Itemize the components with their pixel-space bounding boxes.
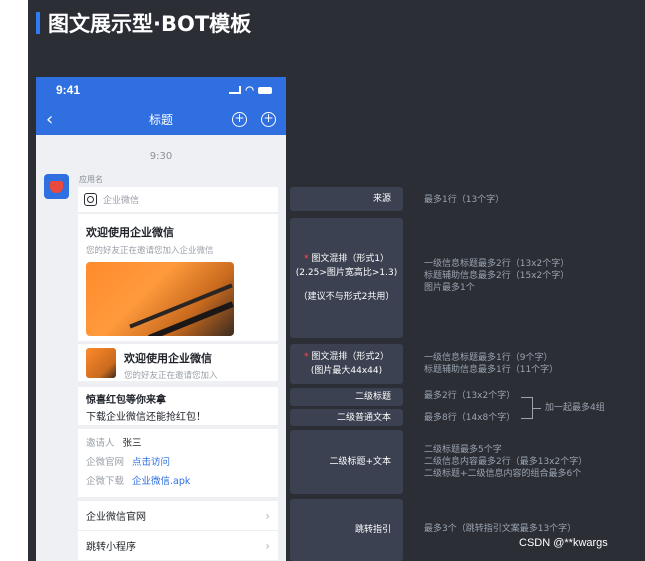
article-title: 欢迎使用企业微信 bbox=[86, 226, 174, 239]
nav-actions: + + bbox=[232, 111, 276, 127]
note-mix1-line: 图片最多1个 bbox=[424, 283, 475, 293]
note-secondary-title-text: 二级标题最多5个字 二级信息内容最多2行（最多13x2个字） 二级标题+二级信息… bbox=[424, 444, 587, 480]
tag-secondary-title-text: 二级标题+文本 bbox=[290, 430, 403, 494]
heading-accent-bar bbox=[36, 12, 40, 34]
group-bracket bbox=[521, 397, 533, 419]
download-link[interactable]: 企业微信.apk bbox=[132, 473, 190, 487]
kv-key: 企微官网 bbox=[86, 457, 125, 468]
back-arrow-icon[interactable]: ‹ bbox=[46, 109, 66, 130]
tag-secondary-title-text-label: 二级标题+文本 bbox=[329, 457, 391, 467]
jump-item-website[interactable]: 企业微信官网 › bbox=[78, 500, 278, 530]
article-small-subtitle: 您的好友正在邀请您加入 bbox=[124, 371, 218, 381]
note-mix2-line: 标题辅助信息最多1行（11个字） bbox=[424, 365, 559, 375]
note-source: 最多1行（13个字） bbox=[424, 195, 505, 205]
kv-row-download: 企微下载 企业微信.apk bbox=[86, 473, 270, 487]
tag-mix2-line1: * 图文混排（形式2） bbox=[303, 352, 390, 362]
tag-source-label: 来源 bbox=[372, 194, 391, 204]
tag-mix2: * 图文混排（形式2） (图片最大44x44) bbox=[290, 344, 403, 384]
wecom-icon bbox=[84, 193, 97, 206]
slide-canvas: 图文展示型·BOT模板 9:41 ◠ ‹ 标题 + + 9:30 应用名 企业微… bbox=[0, 0, 645, 561]
note-stt-line: 二级标题最多5个字 bbox=[424, 445, 502, 455]
kv-key: 邀请人 bbox=[86, 438, 115, 449]
tag-mix1-line1: * 图文混排（形式1） bbox=[303, 254, 390, 264]
chevron-right-icon: › bbox=[265, 508, 270, 523]
key-value-list: 邀请人 张三 企微官网 点击访问 企微下载 企业微信.apk bbox=[78, 429, 278, 497]
kv-value: 张三 bbox=[122, 438, 142, 449]
page-title: 图文展示型·BOT模板 bbox=[48, 12, 252, 36]
tag-secondary-text-label: 二级普通文本 bbox=[336, 412, 391, 423]
article-card-large[interactable]: 欢迎使用企业微信 您的好友正在邀请您加入企业微信 bbox=[78, 214, 278, 341]
tag-secondary-title-label: 二级标题 bbox=[354, 392, 391, 402]
note-secondary-text: 最多8行（14x8个字） bbox=[424, 413, 516, 423]
add-circle-icon-2[interactable]: + bbox=[261, 111, 276, 127]
signal-icon bbox=[229, 86, 242, 94]
article-image bbox=[86, 262, 234, 336]
group-bracket-tick bbox=[533, 408, 541, 409]
tag-source: 来源 bbox=[290, 187, 403, 211]
article-small-title: 欢迎使用企业微信 bbox=[124, 352, 212, 365]
watermark: CSDN @**kwargs bbox=[519, 537, 608, 549]
note-stt-line: 二级信息内容最多2行（最多13x2个字） bbox=[424, 457, 588, 467]
app-logo-icon bbox=[50, 181, 63, 193]
tag-jump-label: 跳转指引 bbox=[354, 525, 391, 535]
tag-mix1-line2: (2.25>图片宽高比>1.3) bbox=[295, 268, 398, 278]
app-name: 应用名 bbox=[79, 175, 103, 184]
message-source-row: 企业微信 bbox=[78, 187, 278, 213]
tag-secondary-title: 二级标题 bbox=[290, 388, 403, 406]
article-subtitle: 您的好友正在邀请您加入企业微信 bbox=[86, 246, 214, 256]
add-circle-icon[interactable]: + bbox=[232, 111, 247, 127]
tag-mix1: * 图文混排（形式1） (2.25>图片宽高比>1.3) （建议不与形式2共用） bbox=[290, 218, 403, 338]
note-mix1: 一级信息标题最多2行（13x2个字） 标题辅助信息最多2行（15x2个字） 图片… bbox=[424, 258, 569, 294]
note-secondary-title: 最多2行（13x2个字） bbox=[424, 391, 516, 401]
note-group: 加一起最多4组 bbox=[545, 403, 605, 413]
tag-mix2-line2: (图片最大44x44) bbox=[310, 366, 383, 376]
note-mix2: 一级信息标题最多1行（9个字） 标题辅助信息最多1行（11个字） bbox=[424, 352, 558, 376]
article-thumbnail bbox=[86, 348, 116, 378]
jump-item-miniprogram[interactable]: 跳转小程序 › bbox=[78, 530, 278, 560]
status-bar: 9:41 ◠ bbox=[36, 77, 286, 103]
jump-label: 跳转小程序 bbox=[86, 542, 136, 553]
kv-key: 企微下载 bbox=[86, 476, 125, 487]
secondary-text: 下载企业微信还能抢红包！ bbox=[78, 406, 278, 426]
note-mix1-line: 标题辅助信息最多2行（15x2个字） bbox=[424, 271, 570, 281]
wifi-icon: ◠ bbox=[245, 84, 254, 96]
chat-timestamp: 9:30 bbox=[149, 151, 173, 162]
note-mix1-line: 一级信息标题最多2行（13x2个字） bbox=[424, 259, 570, 269]
status-time: 9:41 bbox=[56, 83, 81, 97]
article-card-small[interactable]: 欢迎使用企业微信 您的好友正在邀请您加入 bbox=[78, 343, 278, 381]
kv-row-website: 企微官网 点击访问 bbox=[86, 454, 270, 468]
note-stt-line: 二级标题+二级信息内容的组合最多6个 bbox=[424, 469, 582, 479]
tag-jump: 跳转指引 bbox=[290, 499, 403, 561]
chevron-right-icon: › bbox=[265, 538, 270, 553]
phone-mockup: 9:41 ◠ ‹ 标题 + + 9:30 应用名 企业微信 欢迎使用企业微信 您… bbox=[36, 77, 286, 561]
status-icons: ◠ bbox=[229, 85, 272, 96]
source-name: 企业微信 bbox=[103, 196, 140, 206]
nav-bar: ‹ 标题 + + bbox=[36, 103, 286, 135]
app-avatar bbox=[44, 174, 69, 199]
jump-label: 企业微信官网 bbox=[86, 512, 146, 523]
left-margin bbox=[0, 0, 28, 561]
secondary-title: 惊喜红包等你来拿 bbox=[78, 386, 278, 406]
tag-mix1-line3: （建议不与形式2共用） bbox=[298, 292, 395, 302]
battery-icon bbox=[258, 86, 272, 94]
tag-secondary-text: 二级普通文本 bbox=[290, 409, 403, 426]
visit-link[interactable]: 点击访问 bbox=[132, 454, 170, 468]
note-jump: 最多3个（跳转指引文案最多13个字） bbox=[424, 524, 577, 534]
note-mix2-line: 一级信息标题最多1行（9个字） bbox=[424, 353, 553, 363]
kv-row-inviter: 邀请人 张三 bbox=[86, 435, 270, 449]
